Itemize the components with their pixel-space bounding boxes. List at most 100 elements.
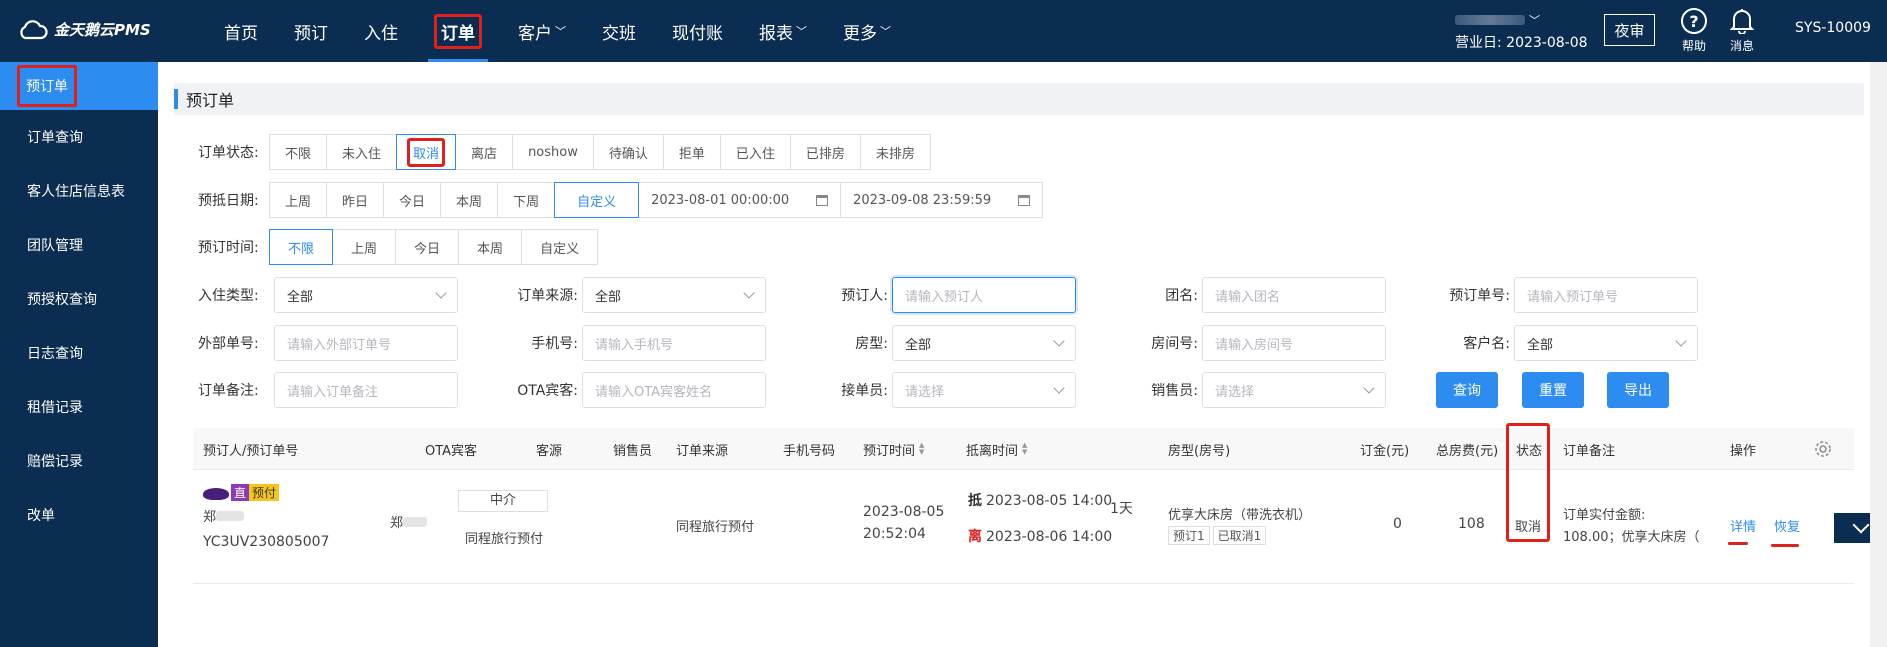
salesperson-select[interactable]: 请选择 <box>1202 372 1386 408</box>
messages-button[interactable]: 消息 <box>1722 8 1762 54</box>
nav-reports[interactable]: 报表 ﹀ <box>741 0 825 62</box>
system-user[interactable]: SYS-10009 <box>1795 20 1871 36</box>
sidebar-item-order-query[interactable]: 订单查询 <box>0 110 158 164</box>
nav-checkin[interactable]: 入住 <box>346 0 416 62</box>
th-arrive-depart[interactable]: 抵离时间 ▲ ▼ <box>966 428 1027 470</box>
sidebar-item-preauth-query[interactable]: 预授权查询 <box>0 272 158 326</box>
source-text: 同程旅行预付 <box>465 532 544 547</box>
restore-underline <box>1771 544 1799 547</box>
select-placeholder: 请选择 <box>1215 384 1255 400</box>
arrival-end-value: 2023-09-08 23:59:59 <box>853 192 992 208</box>
th-booker: 预订人/预订单号 <box>203 443 299 459</box>
status-option[interactable]: 不限 <box>269 134 328 170</box>
help-button[interactable]: ? 帮助 <box>1674 8 1714 54</box>
arrival-option[interactable]: 今日 <box>383 182 442 218</box>
external-no-input[interactable]: 请输入外部订单号 <box>274 325 458 361</box>
order-remark-input[interactable]: 请输入订单备注 <box>274 372 458 408</box>
nav-customers[interactable]: 客户 ﹀ <box>500 0 584 62</box>
query-button[interactable]: 查询 <box>1436 372 1498 408</box>
arrival-option[interactable]: 本周 <box>440 182 499 218</box>
order-source-select[interactable]: 全部 <box>582 277 766 313</box>
direct-badge: 直 <box>231 484 250 501</box>
nav-cash-account[interactable]: 现付账 <box>654 0 741 62</box>
app-logo[interactable]: 金天鹅云PMS <box>18 19 151 40</box>
th-total: 总房费(元) <box>1436 443 1499 459</box>
arrival-option-custom[interactable]: 自定义 <box>554 182 640 218</box>
status-option[interactable]: 离店 <box>455 134 514 170</box>
phone-input[interactable]: 请输入手机号 <box>582 325 766 361</box>
status-option-cancelled[interactable]: 取消 <box>396 134 457 170</box>
ota-guest-field: OTA宾客: 请输入OTA宾客姓名 <box>498 372 766 408</box>
sidebar-item-rental-records[interactable]: 租借记录 <box>0 380 158 434</box>
booker-input[interactable]: 请输入预订人 <box>892 277 1076 313</box>
status-option[interactable]: 已排房 <box>789 134 861 170</box>
user-info[interactable]: ﹀ 营业日: 2023-08-08 <box>1455 10 1595 52</box>
chevron-down-icon <box>1053 335 1065 347</box>
status-option[interactable]: 待确认 <box>592 134 664 170</box>
export-button[interactable]: 导出 <box>1607 372 1669 408</box>
arrival-option[interactable]: 昨日 <box>326 182 385 218</box>
nav-home[interactable]: 首页 <box>206 0 276 62</box>
restore-link[interactable]: 恢复 <box>1774 516 1800 535</box>
nav-label: 交班 <box>602 23 636 44</box>
depart-time: 离 2023-08-06 14:00 <box>968 526 1112 546</box>
field-label: 客户名: <box>1463 336 1510 352</box>
app-logo-text: 金天鹅云PMS <box>54 21 151 39</box>
booking-option[interactable]: 本周 <box>458 229 523 265</box>
arrive-time: 抵 2023-08-05 14:00 <box>968 490 1112 510</box>
nav-shift[interactable]: 交班 <box>584 0 654 62</box>
vertical-scrollbar[interactable] <box>1870 62 1887 647</box>
column-settings[interactable] <box>1813 428 1833 470</box>
customer-name-select[interactable]: 全部 <box>1514 325 1698 361</box>
ota-guest-name: 郑 <box>390 512 428 531</box>
arrival-start-date-picker[interactable]: 2023-08-01 00:00:00 <box>638 182 842 218</box>
status-option[interactable]: 未排房 <box>859 134 931 170</box>
external-no-field: 外部单号: 请输入外部订单号 <box>198 325 458 361</box>
phone-field: 手机号: 请输入手机号 <box>498 325 766 361</box>
nav-orders[interactable]: 订单 <box>416 0 500 62</box>
receiver-select[interactable]: 请选择 <box>892 372 1076 408</box>
total-room-fee: 108 <box>1458 516 1485 532</box>
select-value: 全部 <box>905 337 932 353</box>
sidebar-item-guest-info[interactable]: 客人住店信息表 <box>0 164 158 218</box>
status-option[interactable]: noshow <box>512 134 594 170</box>
sidebar-item-booking-orders[interactable]: 预订单 <box>0 62 158 110</box>
booking-option[interactable]: 上周 <box>332 229 397 265</box>
booking-option[interactable]: 今日 <box>395 229 460 265</box>
booking-option[interactable]: 自定义 <box>521 229 599 265</box>
salesperson-field: 销售员: 请选择 <box>1118 372 1386 408</box>
room-tag: 预订1 <box>1168 526 1210 545</box>
status-option[interactable]: 已入住 <box>719 134 791 170</box>
reset-button[interactable]: 重置 <box>1522 372 1584 408</box>
chevron-down-icon <box>1852 516 1869 534</box>
ota-guest-input[interactable]: 请输入OTA宾客姓名 <box>582 372 766 408</box>
status-option[interactable]: 拒单 <box>662 134 721 170</box>
detail-link[interactable]: 详情 <box>1730 516 1756 535</box>
order-remark-field: 订单备注: 请输入订单备注 <box>198 372 458 408</box>
top-nav-bar: 金天鹅云PMS 首页 预订 入住 订单 客户 ﹀ 交班 现付账 报表 ﹀ 更多 ﹀ ﹀… <box>0 0 1887 62</box>
sidebar-item-label: 赔偿记录 <box>27 454 83 470</box>
nav-more[interactable]: 更多 ﹀ <box>825 0 909 62</box>
th-phone: 手机号码 <box>783 443 836 459</box>
room-no-input[interactable]: 请输入房间号 <box>1202 325 1386 361</box>
night-audit-button[interactable]: 夜审 <box>1604 14 1655 46</box>
chevron-down-icon <box>1675 335 1687 347</box>
room-type-field: 房型: 全部 <box>810 325 1076 361</box>
arrival-end-date-picker[interactable]: 2023-09-08 23:59:59 <box>840 182 1044 218</box>
arrival-option[interactable]: 上周 <box>269 182 328 218</box>
order-number[interactable]: YC3UV230805007 <box>203 534 329 550</box>
nav-booking[interactable]: 预订 <box>276 0 346 62</box>
sidebar-item-modify-order[interactable]: 改单 <box>0 488 158 542</box>
group-name-input[interactable]: 请输入团名 <box>1202 277 1386 313</box>
sidebar-item-group-management[interactable]: 团队管理 <box>0 218 158 272</box>
booking-option[interactable]: 不限 <box>269 229 334 265</box>
checkin-type-select[interactable]: 全部 <box>274 277 458 313</box>
booking-no-input[interactable]: 请输入预订单号 <box>1514 277 1698 313</box>
status-option[interactable]: 未入住 <box>326 134 398 170</box>
room-type-select[interactable]: 全部 <box>892 325 1076 361</box>
sidebar-item-log-query[interactable]: 日志查询 <box>0 326 158 380</box>
th-booking-time[interactable]: 预订时间 ▲ ▼ <box>863 428 924 470</box>
arrival-option[interactable]: 下周 <box>497 182 556 218</box>
arrival-date-options: 上周 昨日 今日 本周 下周 自定义 2023-08-01 00:00:00 2… <box>269 182 1044 218</box>
sidebar-item-compensation-records[interactable]: 赔偿记录 <box>0 434 158 488</box>
